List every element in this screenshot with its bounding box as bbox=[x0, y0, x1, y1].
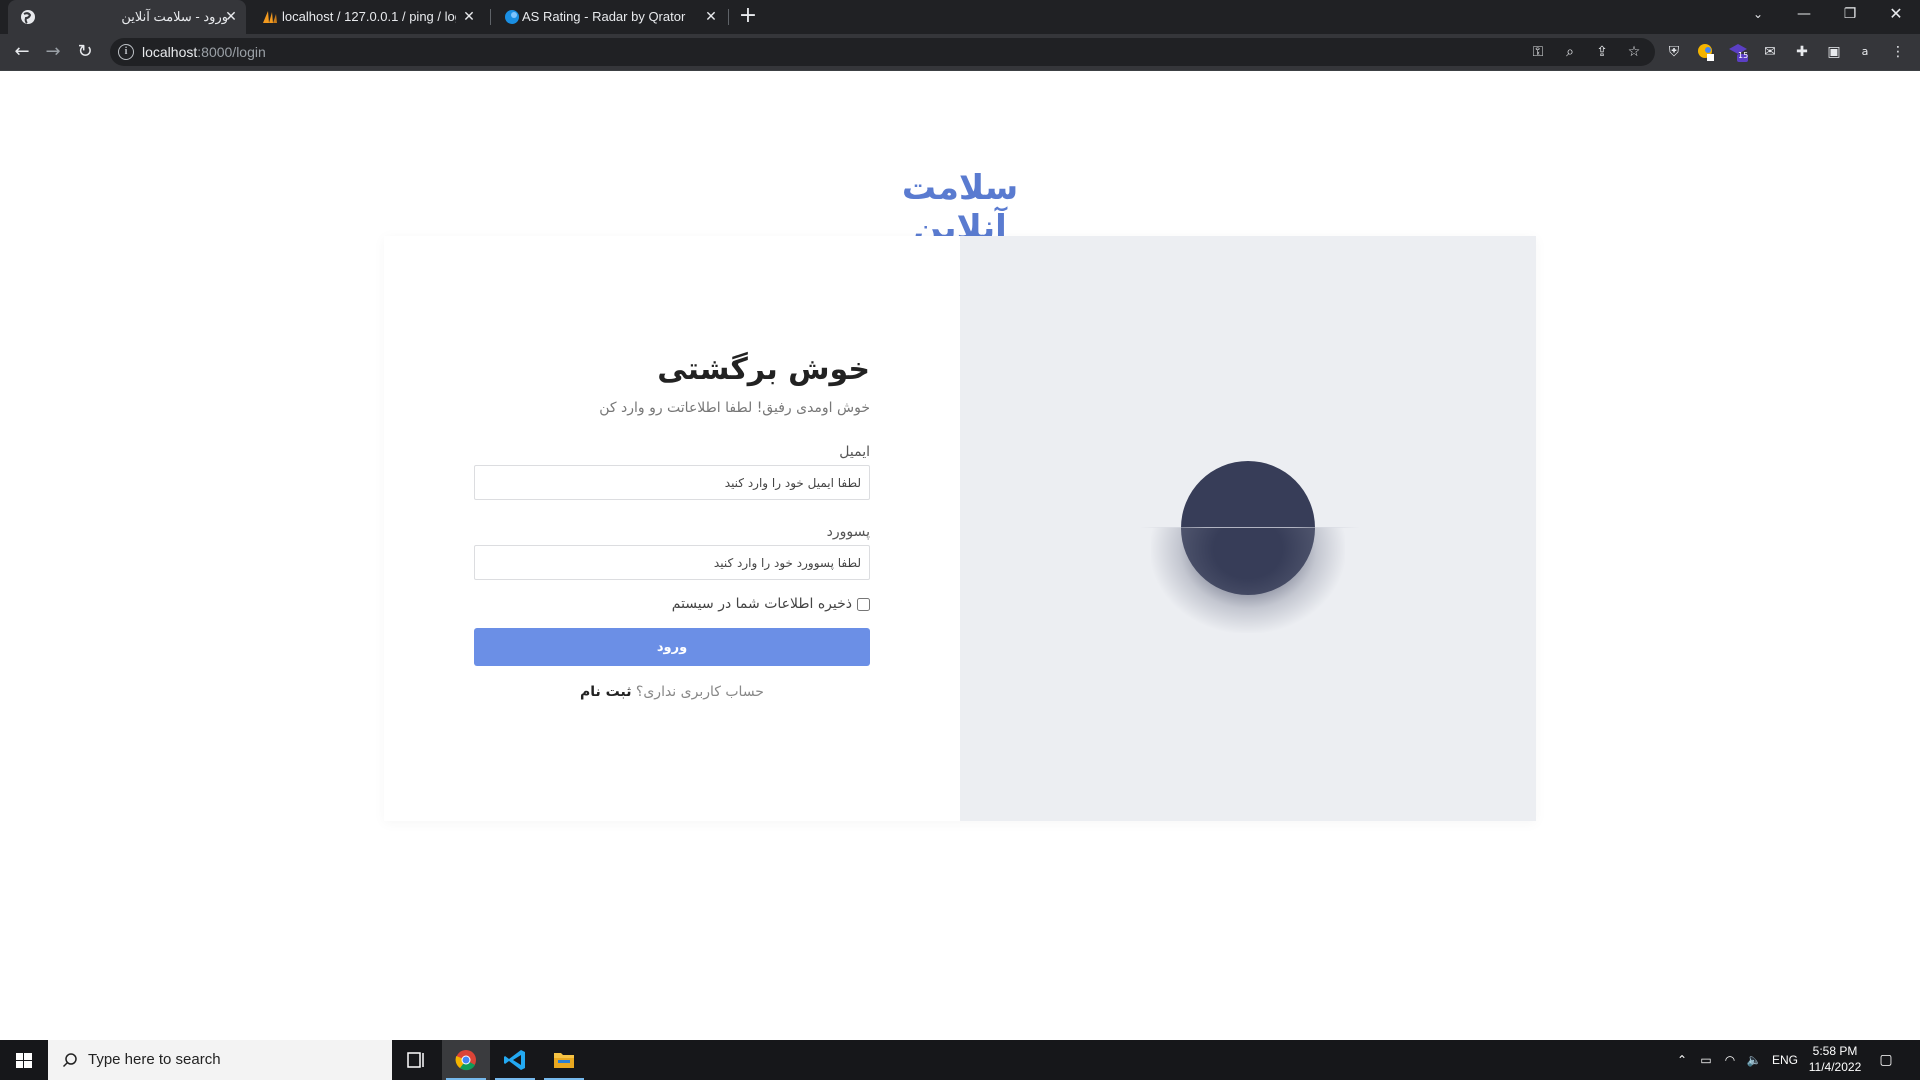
tab-search-chevron-icon[interactable]: ⌄ bbox=[1735, 0, 1781, 30]
remember-me-checkbox[interactable] bbox=[857, 598, 870, 611]
extension-badge: 15 bbox=[1738, 51, 1749, 60]
url-path: :8000/login bbox=[197, 44, 266, 60]
restore-button[interactable]: ❐ bbox=[1827, 0, 1873, 30]
taskbar-file-explorer[interactable] bbox=[540, 1040, 588, 1080]
orb-horizon-line bbox=[1140, 527, 1360, 528]
graduation-cap-extension-icon[interactable]: 15 bbox=[1728, 42, 1748, 62]
site-brand-title: سلامت آنلاین bbox=[901, 168, 1019, 248]
notification-center-icon[interactable]: ▢ bbox=[1876, 1050, 1896, 1070]
profile-avatar[interactable]: a bbox=[1855, 42, 1875, 62]
color-extension-icon[interactable] bbox=[1696, 42, 1716, 62]
search-icon bbox=[62, 1053, 77, 1068]
zoom-icon[interactable]: ⌕ bbox=[1560, 42, 1580, 62]
folder-icon bbox=[554, 1053, 574, 1068]
clock-date: 11/4/2022 bbox=[1808, 1060, 1862, 1074]
minimize-button[interactable]: — bbox=[1781, 0, 1827, 30]
volume-icon[interactable]: 🔈 bbox=[1744, 1050, 1764, 1070]
key-icon[interactable]: ⚿ bbox=[1528, 42, 1548, 62]
email-field[interactable] bbox=[474, 465, 870, 500]
tab-qrator[interactable]: AS Rating - Radar by Qrator ✕ bbox=[492, 0, 728, 34]
taskbar-search-placeholder[interactable]: Type here to search bbox=[88, 1051, 221, 1069]
welcome-subheading: خوش اومدی رفیق! لطفا اطلاعاتت رو وارد کن bbox=[599, 400, 870, 416]
forward-arrow-icon[interactable]: → bbox=[41, 40, 65, 64]
input-language[interactable]: ENG bbox=[1772, 1051, 1798, 1069]
windows-logo-icon bbox=[16, 1053, 32, 1068]
tab-phpmyadmin[interactable]: localhost / 127.0.0.1 / ping / logi ✕ bbox=[250, 0, 486, 34]
tab-close-icon[interactable]: ✕ bbox=[222, 7, 240, 25]
kebab-menu-icon[interactable]: ⋮ bbox=[1888, 42, 1908, 62]
site-info-icon[interactable]: i bbox=[118, 44, 134, 60]
tab-title: localhost / 127.0.0.1 / ping / logi bbox=[282, 9, 456, 24]
tab-divider bbox=[490, 9, 491, 25]
url-host: localhost bbox=[142, 44, 198, 60]
tab-title: ورود - سلامت آنلاین bbox=[121, 9, 228, 24]
task-view-button[interactable] bbox=[392, 1040, 440, 1080]
tab-login[interactable]: ورود - سلامت آنلاین ✕ bbox=[8, 0, 246, 34]
tab-title: AS Rating - Radar by Qrator bbox=[522, 9, 686, 24]
welcome-heading: خوش برگشتی bbox=[657, 352, 870, 387]
chrome-icon bbox=[455, 1050, 476, 1071]
tab-close-icon[interactable]: ✕ bbox=[460, 7, 478, 25]
orb-shadow bbox=[1151, 528, 1345, 633]
email-label: ایمیل bbox=[839, 444, 870, 460]
windows-start-button[interactable] bbox=[0, 1040, 48, 1080]
reload-icon[interactable]: ↻ bbox=[73, 40, 97, 64]
side-panel-icon[interactable]: ▣ bbox=[1824, 42, 1844, 62]
password-field[interactable] bbox=[474, 545, 870, 580]
bookmark-star-icon[interactable]: ☆ bbox=[1624, 42, 1644, 62]
system-clock[interactable]: 5:58 PM 11/4/2022 bbox=[1800, 1043, 1870, 1077]
login-button[interactable]: ورود bbox=[474, 628, 870, 666]
address-url[interactable]: localhost:8000/login bbox=[142, 43, 266, 61]
task-view-icon bbox=[407, 1052, 424, 1068]
sailboat-icon bbox=[263, 11, 277, 23]
back-arrow-icon[interactable]: ← bbox=[10, 40, 34, 64]
vscode-icon bbox=[504, 1050, 525, 1070]
signup-link[interactable]: ثبت نام bbox=[580, 684, 631, 700]
remember-me-label[interactable]: ذخیره اطلاعات شما در سیستم bbox=[600, 596, 852, 616]
tab-divider bbox=[728, 9, 729, 25]
clock-time: 5:58 PM bbox=[1812, 1044, 1858, 1058]
tab-close-icon[interactable]: ✕ bbox=[702, 7, 720, 25]
taskbar-chrome[interactable] bbox=[442, 1040, 490, 1080]
password-label: پسوورد bbox=[826, 524, 870, 540]
signup-row: حساب کاربری نداری؟ ثبت نام bbox=[474, 684, 870, 704]
qrator-icon bbox=[505, 10, 519, 24]
share-icon[interactable]: ⇪ bbox=[1592, 42, 1612, 62]
shield-extension-icon[interactable]: ⛨ bbox=[1664, 42, 1684, 62]
new-tab-button[interactable]: + bbox=[737, 5, 759, 27]
battery-plug-icon[interactable]: ▭ bbox=[1696, 1050, 1716, 1070]
puzzle-extensions-icon[interactable]: ✚ bbox=[1792, 42, 1812, 62]
wifi-icon[interactable]: ◠ bbox=[1720, 1050, 1740, 1070]
mail-extension-icon[interactable]: ✉ bbox=[1760, 42, 1780, 62]
close-window-button[interactable]: ✕ bbox=[1873, 0, 1919, 30]
chrome-divider bbox=[0, 70, 1920, 71]
globe-icon bbox=[21, 10, 35, 24]
show-hidden-icons-chevron-icon[interactable]: ⌃ bbox=[1672, 1050, 1692, 1070]
signup-prompt: حساب کاربری نداری؟ bbox=[635, 684, 764, 700]
taskbar-vscode[interactable] bbox=[491, 1040, 539, 1080]
address-bar[interactable] bbox=[110, 38, 1655, 66]
